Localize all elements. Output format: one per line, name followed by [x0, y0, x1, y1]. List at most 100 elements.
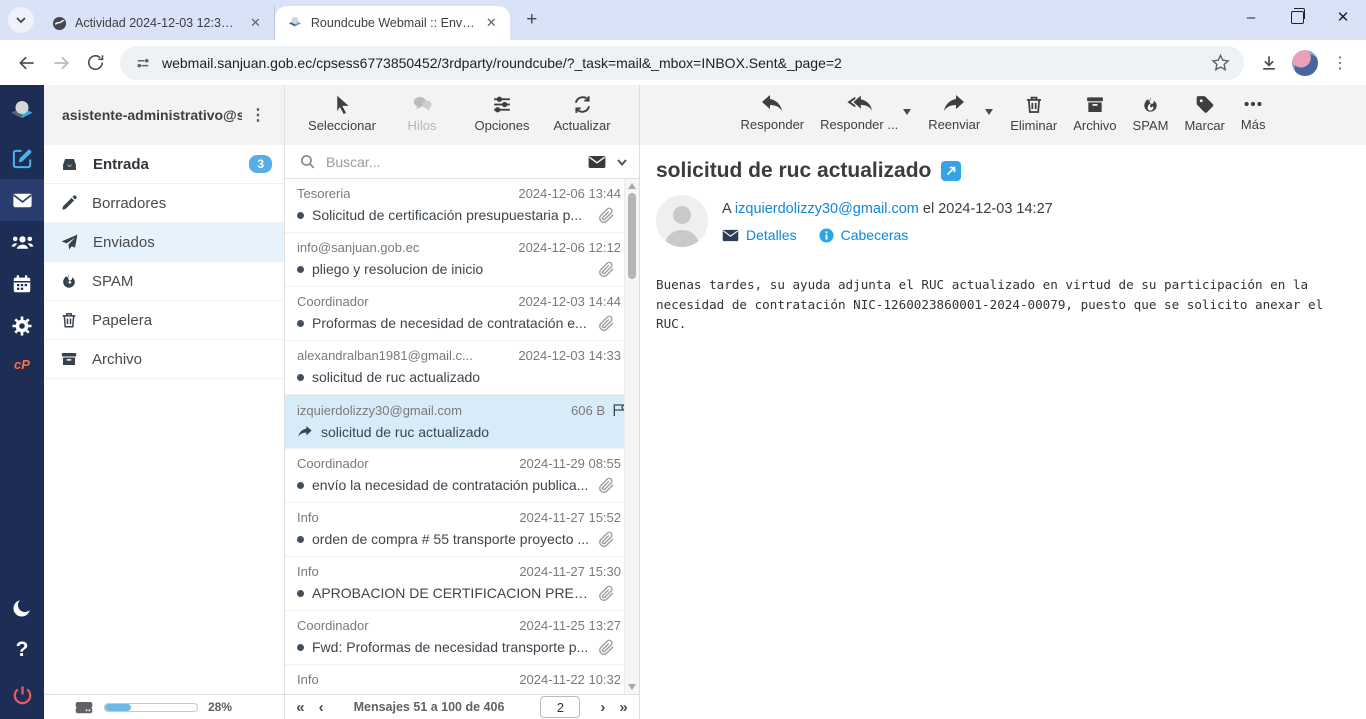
- tab-search-button[interactable]: [8, 7, 34, 33]
- roundcube-favicon-icon: [287, 15, 303, 31]
- select-button[interactable]: Seleccionar: [307, 94, 377, 133]
- folder-borradores[interactable]: Borradores: [44, 184, 284, 223]
- reply-all-button[interactable]: Responder ...: [820, 94, 898, 132]
- site-info-icon[interactable]: [134, 54, 152, 72]
- headers-toggle[interactable]: Cabeceras: [819, 227, 909, 243]
- back-arrow-icon: [17, 53, 37, 73]
- prev-page-button[interactable]: ‹: [319, 700, 324, 715]
- dropdown-caret[interactable]: [903, 109, 911, 115]
- window-minimize-button[interactable]: –: [1228, 0, 1274, 34]
- compose-icon: [11, 147, 34, 170]
- next-page-button[interactable]: ›: [600, 700, 605, 715]
- message-subject: solicitud de ruc actualizado: [656, 159, 931, 183]
- help-button[interactable]: ?: [0, 629, 44, 671]
- attachment-icon: [598, 477, 615, 494]
- contacts-icon: [10, 230, 35, 255]
- folder-entrada[interactable]: Entrada 3: [44, 145, 284, 184]
- url-text[interactable]: webmail.sanjuan.gob.ec/cpsess6773850452/…: [162, 55, 1201, 71]
- browser-profile-avatar[interactable]: [1292, 50, 1318, 76]
- mark-button[interactable]: Marcar: [1184, 94, 1224, 133]
- dropdown-caret[interactable]: [985, 109, 993, 115]
- new-tab-button[interactable]: +: [518, 6, 546, 34]
- message-list: Tesoreria2024-12-06 13:44 Solicitud de c…: [285, 179, 639, 694]
- pagination-text: Mensajes 51 a 100 de 406: [354, 700, 505, 714]
- reply-button[interactable]: Responder: [741, 94, 805, 132]
- delete-button[interactable]: Eliminar: [1010, 94, 1057, 133]
- back-button[interactable]: [10, 46, 44, 80]
- unread-dot: [297, 320, 304, 327]
- details-toggle[interactable]: Detalles: [722, 227, 797, 243]
- scroll-up-icon[interactable]: [628, 183, 636, 189]
- archive-button[interactable]: Archivo: [1073, 94, 1116, 133]
- scroll-down-icon[interactable]: [628, 684, 636, 690]
- message-row[interactable]: Info2024-11-27 15:30 APROBACION DE CERTI…: [285, 557, 639, 611]
- spam-button[interactable]: SPAM: [1133, 94, 1169, 133]
- window-close-button[interactable]: ✕: [1320, 0, 1366, 34]
- info-icon: [819, 228, 834, 243]
- forwarded-icon: [297, 425, 313, 439]
- search-input[interactable]: [324, 153, 579, 171]
- tab-close-icon[interactable]: ✕: [247, 15, 264, 31]
- threads-button[interactable]: Hilos: [387, 94, 457, 133]
- rail-cpanel-button[interactable]: cP: [0, 347, 44, 381]
- message-size: 606 B: [571, 403, 605, 418]
- downloads-button[interactable]: [1252, 46, 1286, 80]
- message-row[interactable]: Coordinador2024-12-03 14:44 Proformas de…: [285, 287, 639, 341]
- search-scope-mail-icon[interactable]: [587, 154, 607, 170]
- folder-list: Entrada 3 Borradores Enviados SPAM: [44, 145, 284, 694]
- message-view-panel: Responder Responder ... Reenviar Elimina…: [640, 85, 1366, 719]
- message-row[interactable]: Info2024-11-27 15:52 orden de compra # 5…: [285, 503, 639, 557]
- folder-enviados[interactable]: Enviados: [44, 223, 284, 262]
- unread-dot: [297, 536, 304, 543]
- forward-button[interactable]: [44, 46, 78, 80]
- moon-icon: [11, 597, 33, 619]
- rail-settings-button[interactable]: [0, 305, 44, 347]
- folder-spam[interactable]: SPAM: [44, 262, 284, 301]
- more-button[interactable]: Más: [1241, 94, 1266, 132]
- bookmark-star-icon[interactable]: [1211, 53, 1230, 72]
- rail-contacts-button[interactable]: [0, 221, 44, 263]
- dark-mode-toggle[interactable]: [0, 587, 44, 629]
- unread-count-badge: 3: [249, 155, 272, 173]
- message-row[interactable]: Tesoreria2024-12-06 13:44 Solicitud de c…: [285, 179, 639, 233]
- fire-icon: [60, 272, 78, 290]
- page-number-input[interactable]: [540, 696, 580, 718]
- forward-button[interactable]: Reenviar: [928, 94, 980, 132]
- refresh-button[interactable]: Actualizar: [547, 94, 617, 133]
- rail-calendar-button[interactable]: [0, 263, 44, 305]
- browser-menu-button[interactable]: ⋮: [1324, 53, 1356, 73]
- message-row[interactable]: Coordinador2024-11-29 08:55 envío la nec…: [285, 449, 639, 503]
- message-row[interactable]: Coordinador2024-11-25 13:27 Fwd: Proform…: [285, 611, 639, 665]
- compose-button[interactable]: [0, 137, 44, 179]
- search-options-chevron-icon[interactable]: [615, 155, 629, 169]
- last-page-button[interactable]: »: [619, 700, 627, 715]
- account-menu-button[interactable]: ⋮: [242, 105, 274, 125]
- message-row[interactable]: info@sanjuan.gob.ec2024-12-06 12:12 plie…: [285, 233, 639, 287]
- message-row[interactable]: alexandralban1981@gmail.c...2024-12-03 1…: [285, 341, 639, 395]
- list-scrollbar[interactable]: [624, 179, 639, 694]
- recipient-email-link[interactable]: izquierdolizzy30@gmail.com: [735, 201, 919, 217]
- quota-bar: [104, 703, 198, 712]
- scrollbar-thumb[interactable]: [628, 193, 636, 279]
- folder-label: Entrada: [93, 156, 235, 173]
- paper-plane-icon: [60, 233, 79, 252]
- folder-label: Archivo: [92, 351, 272, 368]
- folder-papelera[interactable]: Papelera: [44, 301, 284, 340]
- window-restore-button[interactable]: [1274, 0, 1320, 34]
- tab-close-icon[interactable]: ✕: [483, 15, 500, 31]
- browser-tab-roundcube[interactable]: Roundcube Webmail :: Enviados ✕: [275, 6, 510, 40]
- browser-tab-activity[interactable]: Actividad 2024-12-03 12:30:00 ✕: [40, 6, 275, 40]
- unread-dot: [297, 590, 304, 597]
- open-in-new-window-button[interactable]: [941, 161, 961, 181]
- folder-archivo[interactable]: Archivo: [44, 340, 284, 379]
- message-row[interactable]: Info2024-11-22 10:32: [285, 665, 639, 694]
- contact-avatar: [656, 195, 708, 247]
- first-page-button[interactable]: «: [296, 700, 304, 715]
- unread-dot: [297, 266, 304, 273]
- message-row-selected[interactable]: izquierdolizzy30@gmail.com 606 B solicit…: [285, 395, 639, 449]
- options-button[interactable]: Opciones: [467, 94, 537, 133]
- url-bar[interactable]: webmail.sanjuan.gob.ec/cpsess6773850452/…: [120, 46, 1244, 80]
- reload-button[interactable]: [78, 46, 112, 80]
- logout-button[interactable]: [0, 671, 44, 719]
- rail-mail-button[interactable]: [0, 179, 44, 221]
